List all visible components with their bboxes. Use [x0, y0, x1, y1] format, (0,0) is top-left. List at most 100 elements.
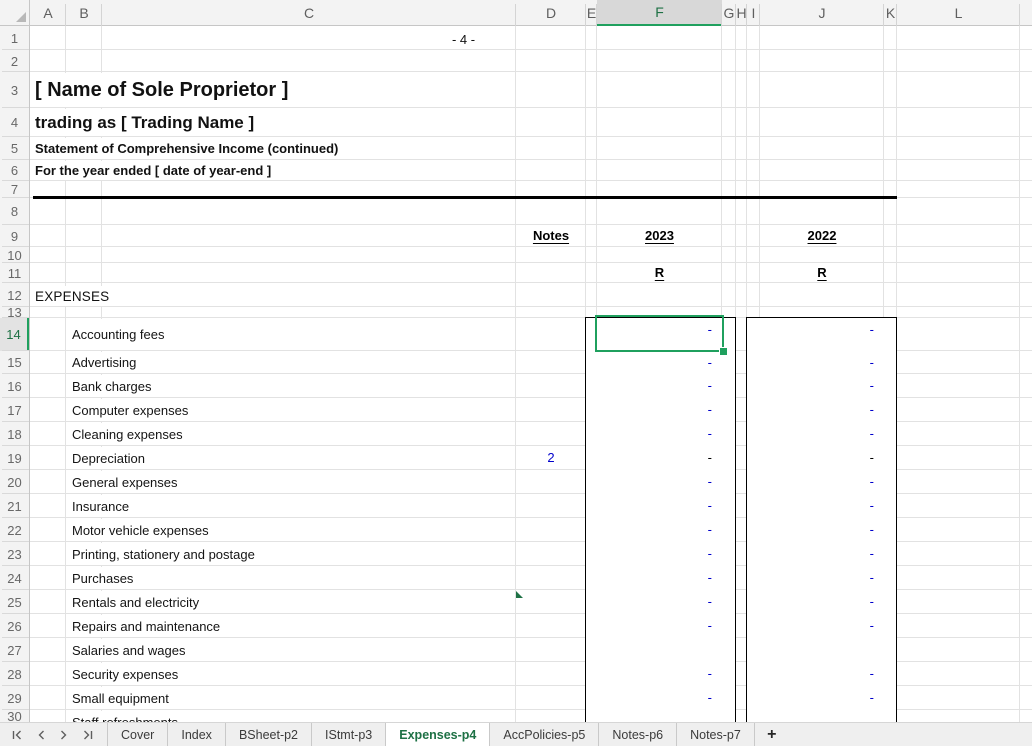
- expense-label[interactable]: Rentals and electricity: [72, 591, 205, 613]
- column-header-F[interactable]: F: [597, 0, 722, 26]
- expense-label[interactable]: Security expenses: [72, 663, 184, 685]
- expense-value-2022[interactable]: -: [762, 546, 874, 561]
- row-header-16[interactable]: 16: [0, 374, 29, 398]
- expense-value-2022[interactable]: -: [762, 618, 874, 633]
- cell-statement-line1[interactable]: Statement of Comprehensive Income (conti…: [35, 138, 338, 159]
- expense-value-2023[interactable]: -: [600, 498, 712, 513]
- expense-label[interactable]: Accounting fees: [72, 319, 171, 350]
- expense-label[interactable]: Salaries and wages: [72, 639, 191, 661]
- expense-value-2022[interactable]: -: [762, 522, 874, 537]
- expense-label[interactable]: Advertising: [72, 352, 142, 373]
- expense-label[interactable]: Motor vehicle expenses: [72, 519, 215, 541]
- column-header-C[interactable]: C: [102, 0, 516, 26]
- column-header-D[interactable]: D: [516, 0, 586, 26]
- column-header-G[interactable]: G: [722, 0, 736, 26]
- expense-value-2023[interactable]: -: [600, 355, 712, 370]
- row-header-22[interactable]: 22: [0, 518, 29, 542]
- row-header-17[interactable]: 17: [0, 398, 29, 422]
- sheet-tab-notes-p7[interactable]: Notes-p7: [677, 723, 755, 746]
- sheet-tab-expenses-p4[interactable]: Expenses-p4: [386, 723, 490, 746]
- row-header-7[interactable]: 7: [0, 181, 29, 198]
- first-sheet-icon[interactable]: [12, 730, 22, 740]
- row-header-25[interactable]: 25: [0, 590, 29, 614]
- cell-page-number[interactable]: - 4 -: [30, 32, 897, 47]
- row-header-23[interactable]: 23: [0, 542, 29, 566]
- expense-value-2023[interactable]: -: [600, 594, 712, 609]
- new-sheet-button[interactable]: +: [755, 723, 789, 746]
- row-header-21[interactable]: 21: [0, 494, 29, 518]
- row-header-28[interactable]: 28: [0, 662, 29, 686]
- cell-statement-line2[interactable]: For the year ended [ date of year-end ]: [35, 161, 271, 180]
- row-header-19[interactable]: 19: [0, 446, 29, 470]
- selected-cell-F14[interactable]: [595, 315, 724, 352]
- expense-value-2023[interactable]: -: [600, 618, 712, 633]
- expense-label[interactable]: Computer expenses: [72, 399, 194, 421]
- sheet-tab-notes-p6[interactable]: Notes-p6: [599, 723, 677, 746]
- select-all-button[interactable]: [0, 0, 30, 26]
- expense-label[interactable]: Bank charges: [72, 375, 158, 397]
- expense-value-2022[interactable]: -: [762, 690, 874, 705]
- cell-year-2022-header[interactable]: 2022: [760, 228, 884, 243]
- expense-label[interactable]: General expenses: [72, 471, 184, 493]
- sheet-tab-istmt-p3[interactable]: IStmt-p3: [312, 723, 386, 746]
- expense-value-2023[interactable]: -: [600, 426, 712, 441]
- row-header-9[interactable]: 9: [0, 225, 29, 247]
- row-header-14[interactable]: 14: [0, 318, 29, 351]
- row-header-24[interactable]: 24: [0, 566, 29, 590]
- sheet-tab-accpolicies-p5[interactable]: AccPolicies-p5: [490, 723, 599, 746]
- selection-fill-handle[interactable]: [719, 347, 728, 356]
- expense-value-2022[interactable]: -: [762, 450, 874, 465]
- expense-value-2022[interactable]: -: [762, 426, 874, 441]
- row-header-6[interactable]: 6: [0, 160, 29, 181]
- row-header-15[interactable]: 15: [0, 351, 29, 374]
- expense-value-2023[interactable]: -: [600, 474, 712, 489]
- row-header-8[interactable]: 8: [0, 198, 29, 225]
- expense-value-2022[interactable]: -: [762, 594, 874, 609]
- cell-currency-2023[interactable]: R: [597, 265, 722, 280]
- expense-note-ref[interactable]: 2: [516, 450, 586, 465]
- previous-sheet-icon[interactable]: [37, 730, 45, 740]
- expense-value-2022[interactable]: -: [762, 355, 874, 370]
- expense-value-2023[interactable]: -: [600, 450, 712, 465]
- expense-value-2022[interactable]: -: [762, 378, 874, 393]
- cell-year-2023-header[interactable]: 2023: [597, 228, 722, 243]
- expense-value-2023[interactable]: -: [600, 570, 712, 585]
- expense-label[interactable]: Purchases: [72, 567, 139, 589]
- column-header-B[interactable]: B: [66, 0, 102, 26]
- row-header-3[interactable]: 3: [0, 72, 29, 108]
- row-header-1[interactable]: 1: [0, 26, 29, 50]
- expense-value-2023[interactable]: -: [600, 402, 712, 417]
- expense-value-2022[interactable]: -: [762, 666, 874, 681]
- expense-label[interactable]: Insurance: [72, 495, 135, 517]
- last-sheet-icon[interactable]: [83, 730, 93, 740]
- row-header-12[interactable]: 12: [0, 283, 29, 307]
- column-header-A[interactable]: A: [30, 0, 66, 26]
- row-header-5[interactable]: 5: [0, 137, 29, 160]
- expense-value-2023[interactable]: -: [600, 522, 712, 537]
- expense-value-2022[interactable]: -: [762, 322, 874, 337]
- column-header-L[interactable]: L: [897, 0, 1020, 26]
- cell-subtitle[interactable]: trading as [ Trading Name ]: [35, 109, 254, 136]
- row-header-30[interactable]: 30: [0, 710, 29, 722]
- next-sheet-icon[interactable]: [60, 730, 68, 740]
- sheet-tab-index[interactable]: Index: [168, 723, 226, 746]
- cell-notes-header[interactable]: Notes: [516, 228, 586, 243]
- expense-value-2022[interactable]: -: [762, 402, 874, 417]
- expense-label[interactable]: Repairs and maintenance: [72, 615, 226, 637]
- expense-value-2022[interactable]: -: [762, 570, 874, 585]
- expense-label[interactable]: Small equipment: [72, 687, 175, 709]
- expense-value-2023[interactable]: -: [600, 546, 712, 561]
- expense-label[interactable]: Depreciation: [72, 447, 151, 469]
- expense-value-2023[interactable]: -: [600, 378, 712, 393]
- expense-label[interactable]: Staff refreshments: [72, 711, 184, 722]
- expense-label[interactable]: Printing, stationery and postage: [72, 543, 261, 565]
- column-header-J[interactable]: J: [760, 0, 884, 26]
- row-header-18[interactable]: 18: [0, 422, 29, 446]
- row-header-11[interactable]: 11: [0, 263, 29, 283]
- cell-expenses-section-header[interactable]: EXPENSES: [35, 286, 109, 306]
- cell-title[interactable]: [ Name of Sole Proprietor ]: [35, 73, 288, 107]
- row-header-10[interactable]: 10: [0, 247, 29, 263]
- row-header-2[interactable]: 2: [0, 50, 29, 72]
- row-header-20[interactable]: 20: [0, 470, 29, 494]
- expense-label[interactable]: Cleaning expenses: [72, 423, 189, 445]
